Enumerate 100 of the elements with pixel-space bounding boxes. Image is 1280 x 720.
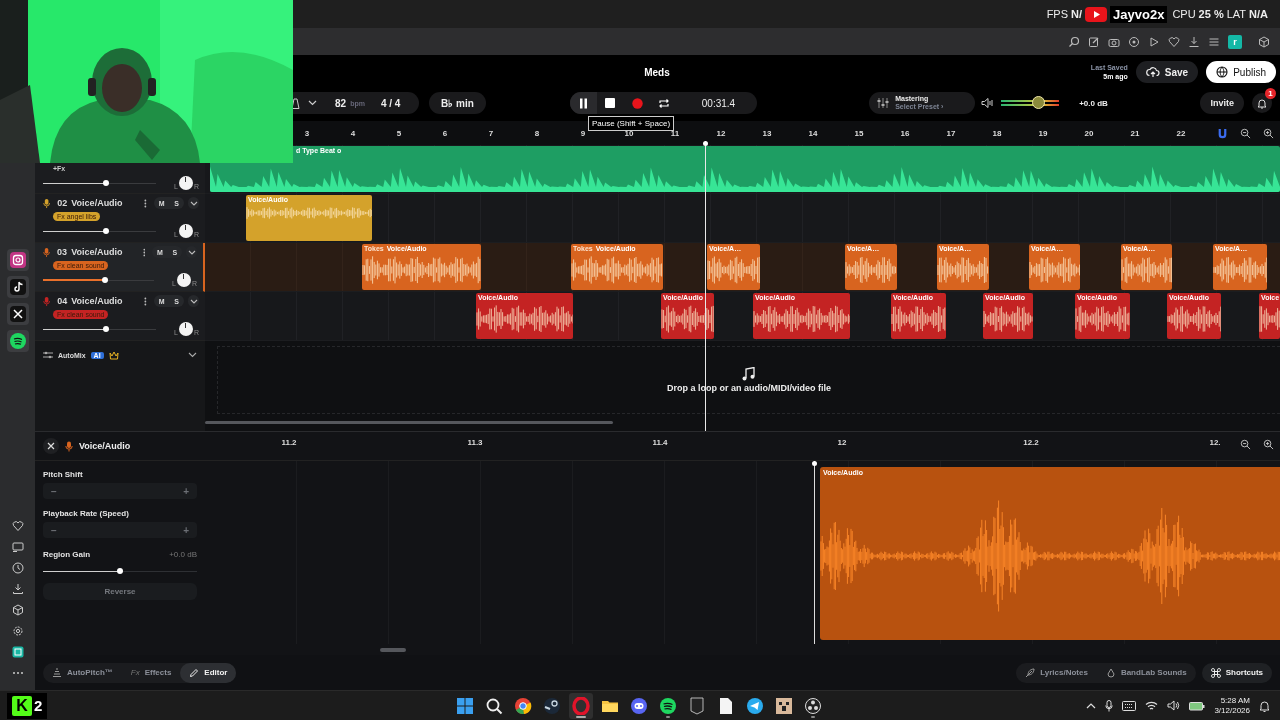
- crown-icon: [108, 350, 119, 360]
- cpu-value: 25 %: [1198, 8, 1224, 20]
- settings-icon[interactable]: [1128, 35, 1140, 48]
- bpm-value[interactable]: 82: [335, 97, 347, 109]
- play-logo-icon: [1085, 6, 1108, 22]
- track-name[interactable]: Voice/Audio: [71, 247, 139, 257]
- track-name[interactable]: Voice/Audio: [71, 296, 141, 306]
- zoom-out-icon[interactable]: [1240, 127, 1251, 139]
- pause-icon: [578, 97, 588, 109]
- close-icon: [47, 442, 55, 451]
- heart-icon[interactable]: [11, 520, 24, 532]
- pan-knob[interactable]: [178, 224, 193, 238]
- pan-knob[interactable]: [176, 273, 191, 287]
- cube-icon[interactable]: [11, 604, 24, 616]
- volume-thumb[interactable]: [103, 228, 110, 234]
- panel-tab[interactable]: BandLab Sounds: [1096, 662, 1196, 683]
- download-icon[interactable]: [1188, 35, 1200, 48]
- download-icon[interactable]: [11, 583, 24, 595]
- cube-icon[interactable]: [1258, 35, 1270, 48]
- more-vertical-icon[interactable]: [142, 247, 146, 257]
- volume-thumb[interactable]: [103, 180, 110, 186]
- search-icon[interactable]: [1068, 35, 1080, 48]
- master-volume-slider[interactable]: [1001, 96, 1060, 110]
- field-label: Pitch Shift: [43, 470, 84, 480]
- speaker-icon[interactable]: [981, 98, 994, 108]
- monitor-icon[interactable]: [11, 541, 24, 553]
- waveform: [937, 256, 989, 284]
- save-button[interactable]: Save: [1135, 61, 1199, 83]
- invite-button[interactable]: Invite: [1200, 92, 1244, 114]
- zoom-in-icon[interactable]: [1263, 439, 1274, 451]
- app-logo[interactable]: K: [12, 695, 32, 716]
- app-icon[interactable]: [11, 646, 24, 658]
- settings-icon[interactable]: [11, 625, 24, 637]
- pan-knob[interactable]: [178, 176, 193, 190]
- magnet-icon[interactable]: [1217, 127, 1228, 139]
- microphone-icon[interactable]: [1105, 699, 1114, 712]
- cross-app-icon[interactable]: [6, 303, 29, 325]
- volume-thumb[interactable]: [102, 277, 109, 283]
- play-icon[interactable]: [1148, 35, 1160, 48]
- metronome-icon[interactable]: [291, 97, 300, 109]
- volume-thumb[interactable]: [103, 326, 110, 332]
- close-button[interactable]: [43, 438, 59, 455]
- tab[interactable]: Editor: [180, 662, 237, 683]
- pause-button[interactable]: [569, 92, 597, 114]
- music-note-icon: [741, 367, 757, 381]
- music-note-app-icon[interactable]: [6, 276, 29, 298]
- bar-number: 16: [899, 128, 911, 138]
- clock-date[interactable]: 3/12/2026: [1214, 705, 1250, 716]
- caret-icon[interactable]: [188, 352, 197, 358]
- project-title: Meds: [644, 66, 670, 78]
- scrollbar-thumb[interactable]: [205, 420, 613, 424]
- time-marker: 11.3: [467, 438, 483, 448]
- expand-button[interactable]: [186, 246, 197, 258]
- keyboard-icon[interactable]: [1122, 700, 1137, 711]
- expand-button[interactable]: [188, 197, 199, 209]
- music-icon: [659, 696, 678, 715]
- edit-icon[interactable]: [1088, 35, 1100, 48]
- menu-icon[interactable]: [1208, 35, 1220, 48]
- bell-icon[interactable]: [1259, 699, 1270, 712]
- time-marker: 12.2: [1023, 438, 1039, 448]
- tab[interactable]: Fx Effects: [121, 662, 181, 683]
- pan-knob[interactable]: [178, 322, 193, 336]
- volume-thumb[interactable]: [1031, 96, 1045, 109]
- notifications-button[interactable]: [1252, 93, 1272, 113]
- command-icon: [1210, 667, 1221, 678]
- music-app-icon[interactable]: [6, 330, 29, 352]
- panel-tab[interactable]: Lyrics/Notes: [1016, 662, 1097, 683]
- speaker-icon[interactable]: [1167, 700, 1181, 711]
- heart-icon[interactable]: [1168, 35, 1180, 48]
- caret-icon[interactable]: [308, 100, 317, 106]
- zoom-in-icon[interactable]: [1263, 127, 1274, 139]
- clock-time[interactable]: 5:28 AM: [1220, 695, 1250, 706]
- zoom-out-icon[interactable]: [1240, 439, 1251, 451]
- gain-thumb[interactable]: [117, 568, 123, 575]
- channel-name: Jayvo2x: [1110, 5, 1168, 23]
- stop-icon: [605, 98, 616, 108]
- waveform: [983, 305, 1033, 333]
- wifi-icon[interactable]: [1145, 700, 1159, 711]
- waveform: [1167, 305, 1221, 333]
- bar-number: 11: [669, 128, 681, 138]
- battery-icon[interactable]: [1189, 700, 1206, 711]
- tab[interactable]: AutoPitch™: [43, 662, 122, 683]
- time-signature[interactable]: 4 / 4: [380, 97, 401, 109]
- more-vertical-icon[interactable]: [144, 198, 148, 208]
- taskbar-app[interactable]: [569, 692, 594, 719]
- more-vertical-icon[interactable]: [144, 296, 148, 306]
- bar-number: 19: [1037, 128, 1049, 138]
- chevron-up-icon[interactable]: [1086, 702, 1097, 709]
- scrollbar-thumb[interactable]: [380, 647, 406, 652]
- time-marker: 12.: [1209, 438, 1221, 448]
- expand-button[interactable]: [188, 295, 199, 307]
- time-marker: 12: [837, 438, 847, 448]
- clock-icon[interactable]: [11, 562, 24, 574]
- bar-number: 18: [991, 128, 1003, 138]
- shortcuts-button[interactable]: Shortcuts: [1201, 662, 1272, 683]
- track-name[interactable]: Voice/Audio: [71, 198, 141, 208]
- publish-button[interactable]: Publish: [1206, 61, 1276, 83]
- bar-number: 10: [623, 128, 635, 138]
- key-button[interactable]: B♭ min: [429, 92, 486, 114]
- camera-app-icon[interactable]: [6, 249, 29, 271]
